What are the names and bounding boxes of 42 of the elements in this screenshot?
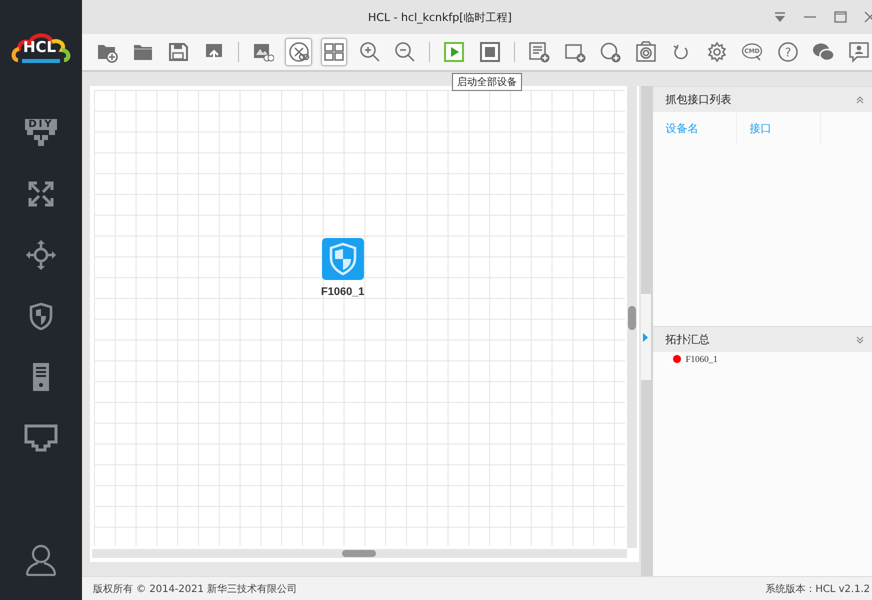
chat-icon — [812, 41, 834, 63]
vertical-scrollbar[interactable] — [626, 86, 637, 548]
horizontal-scrollbar[interactable] — [92, 549, 627, 558]
cross-arrows-icon[interactable] — [27, 180, 55, 208]
grid-button[interactable] — [320, 38, 348, 66]
grid-icon — [323, 41, 346, 63]
camera-icon — [634, 41, 657, 63]
device-label: F1060_1 — [321, 286, 364, 298]
column-header[interactable]: 接口 — [736, 112, 821, 145]
feedback-icon — [848, 41, 870, 63]
user-icon[interactable] — [25, 544, 57, 576]
move-arrows-icon[interactable] — [26, 240, 56, 270]
expand-icon[interactable] — [856, 336, 864, 344]
triangle-icon — [643, 332, 648, 342]
window-title: HCL - hcl_kcnkfp[临时工程] — [368, 10, 512, 24]
collapse-icon[interactable] — [856, 96, 864, 104]
close-icon[interactable] — [864, 11, 872, 23]
topology-button[interactable] — [285, 38, 312, 66]
maximize-icon[interactable] — [834, 11, 847, 23]
image-icon — [252, 41, 274, 63]
firewall-device-icon[interactable] — [322, 238, 364, 280]
shield-icon[interactable] — [29, 302, 53, 330]
column-header[interactable]: 设备名 — [652, 112, 737, 145]
panel-title: 抓包接口列表 — [666, 92, 732, 107]
dropdown-icon[interactable] — [774, 11, 786, 23]
server-icon[interactable] — [32, 362, 50, 392]
circle-plus-icon — [599, 41, 622, 63]
topology-icon — [288, 41, 310, 63]
device-name[interactable]: F1060_1 — [686, 354, 718, 364]
zoom-in-icon — [358, 41, 381, 63]
play-icon — [443, 41, 466, 63]
settings-icon — [706, 41, 728, 63]
list-plus-icon — [528, 41, 550, 63]
network-port-icon[interactable] — [24, 424, 58, 452]
collapse-tab[interactable] — [640, 294, 651, 380]
panel-title: 拓扑汇总 — [666, 332, 710, 347]
copyright-text: 版权所有 © 2014-2021 新华三技术有限公司 — [93, 582, 298, 596]
tooltip: 启动全部设备 — [452, 73, 522, 91]
zoom-out-icon — [394, 41, 416, 63]
version-text: 系统版本：HCL v2.1.2 — [765, 582, 870, 596]
logo-text: HCL — [23, 39, 56, 55]
stop-icon — [478, 41, 501, 63]
